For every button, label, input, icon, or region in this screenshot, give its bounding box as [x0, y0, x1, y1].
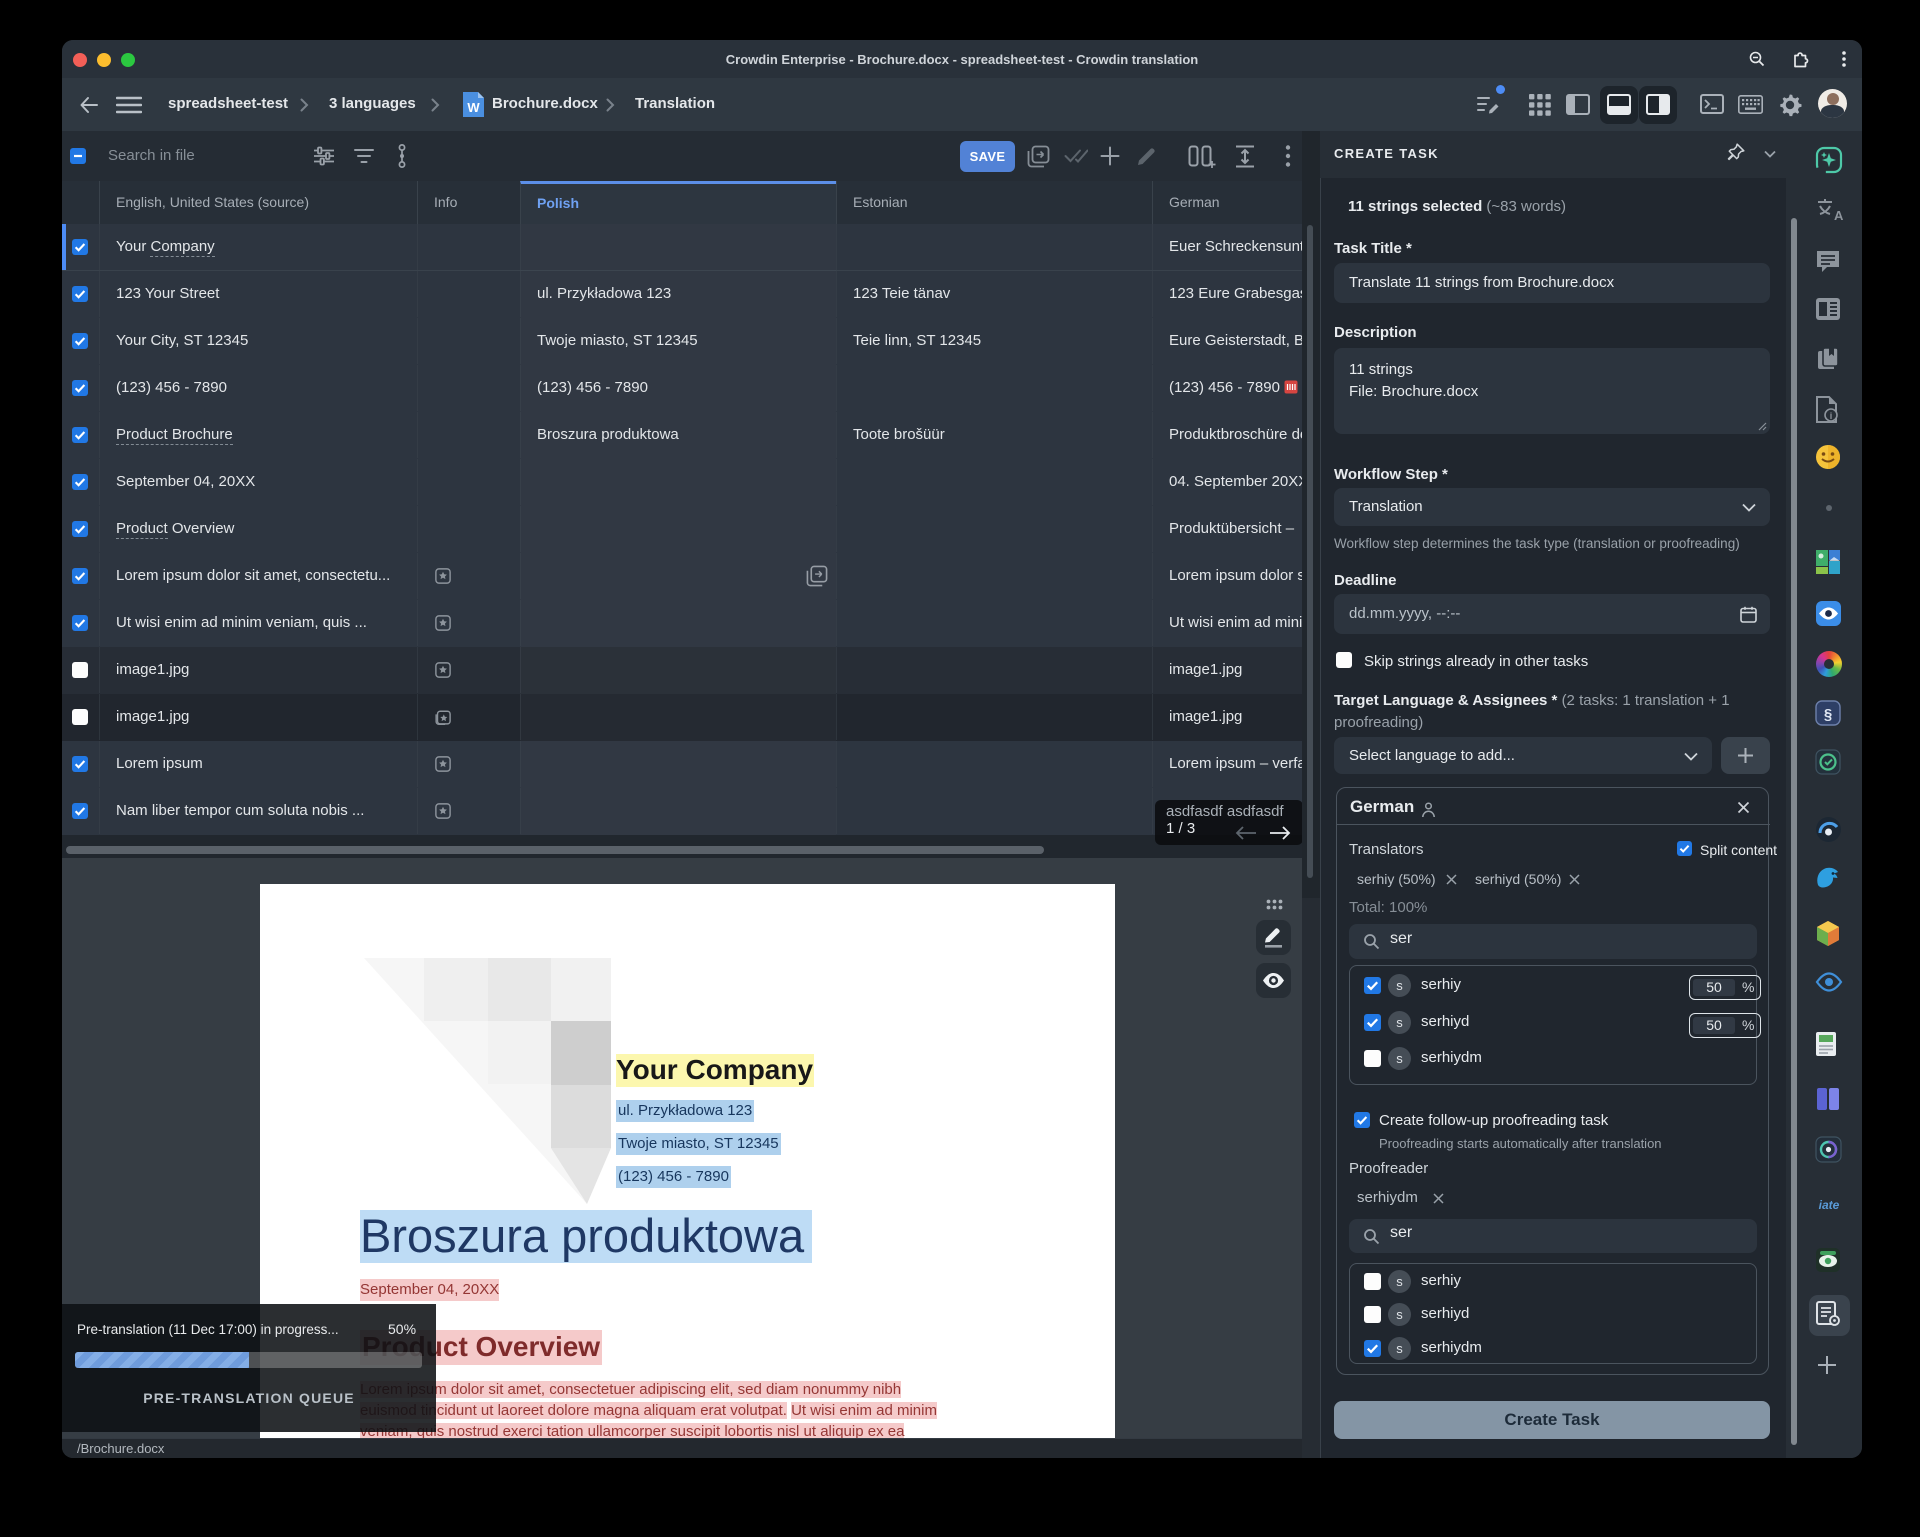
- svg-text:A: A: [1834, 208, 1843, 223]
- svg-text:W: W: [467, 100, 480, 115]
- svg-text:i: i: [1830, 411, 1833, 421]
- svg-text:§: §: [1824, 706, 1832, 723]
